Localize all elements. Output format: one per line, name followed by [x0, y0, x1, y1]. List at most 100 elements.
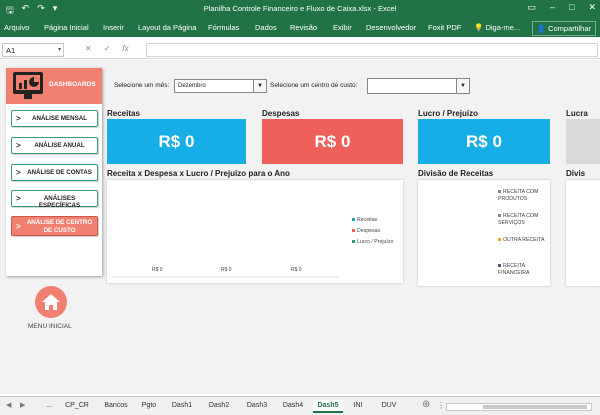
legend-label: Lucro / Prejuízo	[357, 239, 394, 245]
add-sheet-icon[interactable]: ⊕	[422, 399, 430, 410]
maximize-icon[interactable]: □	[569, 2, 574, 13]
legend-swatch	[352, 229, 355, 233]
formula-bar-icons: ✕ ✓ fx	[85, 44, 129, 53]
legend-label: RECEITA FINANCEIRA	[498, 263, 530, 276]
sheet-tab-dash1[interactable]: Dash1	[166, 400, 198, 413]
share-button[interactable]: 👤 Compartilhar	[531, 21, 596, 36]
divis-title-cut: Divis	[566, 169, 586, 178]
formula-bar: A1 ▾ ✕ ✓ fx	[0, 41, 600, 59]
month-label: Selecione um mês:	[114, 82, 170, 89]
data-label: R$ 0	[291, 267, 302, 273]
tab-formulas[interactable]: Fórmulas	[208, 23, 239, 32]
tell-me-search[interactable]: 💡 Diga-me...	[474, 23, 520, 32]
divis-chart-cut	[566, 180, 600, 286]
legend-item: OUTRA RECEITA	[498, 237, 548, 244]
person-icon: 👤	[536, 24, 546, 33]
legend-label: RECEITA COM PRODUTOS	[498, 189, 539, 202]
monitor-chart-icon	[13, 72, 43, 99]
sheet-tab-dash4[interactable]: Dash4	[278, 400, 308, 413]
main-chart: Receitas Despesas Lucro / Prejuízo R$ 0 R$ …	[107, 180, 403, 283]
tabs-splitter-icon[interactable]: ⋮	[437, 401, 445, 410]
legend-swatch	[498, 214, 501, 218]
check-icon[interactable]: ✓	[104, 44, 111, 53]
cancel-icon[interactable]: ✕	[85, 44, 92, 53]
tab-pagina-inicial[interactable]: Página Inicial	[44, 23, 89, 32]
sheet-tab-dash2[interactable]: Dash2	[202, 400, 236, 413]
analise-anual-button[interactable]: > ANÁLISE ANUAL	[11, 137, 98, 154]
tab-dados[interactable]: Dados	[255, 23, 277, 32]
despesas-kpi: R$ 0	[262, 119, 403, 164]
sheet-tab-bancos[interactable]: Bancos	[99, 400, 133, 413]
sheet-tab-pgto[interactable]: Pgto	[137, 400, 161, 413]
sheet-tab-cp_cr[interactable]: CP_CR	[60, 400, 94, 413]
ribbon-display-icon[interactable]: ▭	[527, 2, 536, 13]
legend-item: RECEITA COM PRODUTOS	[498, 189, 548, 202]
sheet-tabs-bar: ◀ ▶ ... CP_CR Bancos Pgto Dash1 Dash2 Dash3 Da…	[0, 396, 600, 415]
tab-inserir[interactable]: Inserir	[103, 23, 124, 32]
chevron-right-icon: >	[16, 141, 21, 150]
analise-centro-custo-button[interactable]: > ANÁLISE DE CENTRO DE CUSTO	[11, 216, 98, 236]
main-chart-title: Receita x Despesa x Lucro / Prejuízo par…	[107, 169, 290, 178]
home-button[interactable]	[35, 286, 67, 318]
lucro-kpi: R$ 0	[418, 119, 550, 164]
legend-item: Despesas	[352, 228, 380, 235]
lucra-title-cut: Lucra	[566, 109, 588, 118]
chevron-right-icon: >	[16, 168, 21, 177]
chevron-down-icon[interactable]: ▼	[253, 80, 266, 92]
window-title: Planilha Controle Financeiro e Fluxo de …	[203, 4, 397, 13]
tab-exibir[interactable]: Exibir	[333, 23, 352, 32]
legend-swatch	[498, 264, 501, 268]
formula-input[interactable]	[146, 43, 598, 57]
data-label: R$ 0	[152, 267, 163, 273]
legend-swatch	[498, 238, 501, 242]
scrollbar-thumb[interactable]	[483, 405, 587, 409]
horizontal-scrollbar[interactable]	[446, 403, 592, 411]
legend-item: RECEITA COM SERVIÇOS	[498, 213, 548, 226]
div-chart-title: Divisão de Receitas	[418, 169, 494, 178]
legend-item: Receitas	[352, 217, 377, 224]
legend-label: Despesas	[357, 228, 381, 234]
cost-center-select[interactable]: ▼	[367, 78, 470, 94]
menu-inicial-label: MENU INICIAL	[28, 323, 72, 330]
lightbulb-icon: 💡	[474, 23, 484, 32]
lucro-title: Lucro / Prejuízo	[418, 109, 479, 118]
sheet-tab-duv[interactable]: DUV	[376, 400, 402, 413]
close-icon[interactable]: ✕	[588, 2, 596, 13]
tab-layout[interactable]: Layout da Página	[138, 23, 196, 32]
tab-revisao[interactable]: Revisão	[290, 23, 317, 32]
tab-foxit[interactable]: Foxit PDF	[428, 23, 461, 32]
chevron-right-icon: >	[16, 114, 21, 123]
name-box[interactable]: A1 ▾	[2, 43, 64, 57]
analises-especificas-button[interactable]: > ANÁLISES ESPECÍFICAS	[11, 190, 98, 209]
dashboards-label: DASHBOARDS	[49, 81, 96, 88]
prev-sheet-icon[interactable]: ◀	[6, 401, 11, 409]
cost-center-label: Selecione um centro de custo:	[270, 82, 358, 89]
legend-label: RECEITA COM SERVIÇOS	[498, 213, 539, 226]
chevron-down-icon[interactable]: ▾	[58, 46, 61, 53]
ribbon-tabs: Arquivo Página Inicial Inserir Layout da…	[0, 18, 600, 37]
minimize-icon[interactable]: –	[550, 2, 555, 13]
next-sheet-icon[interactable]: ▶	[20, 401, 25, 409]
legend-item: Lucro / Prejuízo	[352, 239, 393, 246]
chevron-right-icon: >	[16, 194, 21, 203]
month-select[interactable]: Dezembro ▼	[174, 79, 267, 93]
analise-contas-button[interactable]: > ANÁLISE DE CONTAS	[11, 164, 98, 181]
chevron-down-icon[interactable]: ▼	[456, 79, 469, 93]
despesas-title: Despesas	[262, 109, 300, 118]
dashboards-header[interactable]: DASHBOARDS	[6, 68, 102, 104]
legend-item: RECEITA FINANCEIRA	[498, 263, 548, 276]
insert-function-icon[interactable]: fx	[122, 44, 128, 53]
tab-arquivo[interactable]: Arquivo	[4, 23, 29, 32]
legend-swatch	[352, 240, 355, 244]
data-label: R$ 0	[221, 267, 232, 273]
legend-label: OUTRA RECEITA	[503, 237, 545, 243]
sheet-tab-dash5[interactable]: Dash5	[313, 400, 343, 413]
chevron-right-icon: >	[16, 222, 21, 231]
legend-label: Receitas	[357, 217, 378, 223]
sheet-tab-dash3[interactable]: Dash3	[240, 400, 274, 413]
tab-desenvolvedor[interactable]: Desenvolvedor	[366, 23, 416, 32]
analise-mensal-button[interactable]: > ANÁLISE MENSAL	[11, 110, 98, 127]
title-bar: 🖫 ↶ ↷ ▾ Planilha Controle Financeiro e F…	[0, 0, 600, 18]
sheet-tab-ellipsis[interactable]: ...	[42, 400, 56, 413]
sheet-tab-ini[interactable]: INI	[347, 400, 369, 413]
